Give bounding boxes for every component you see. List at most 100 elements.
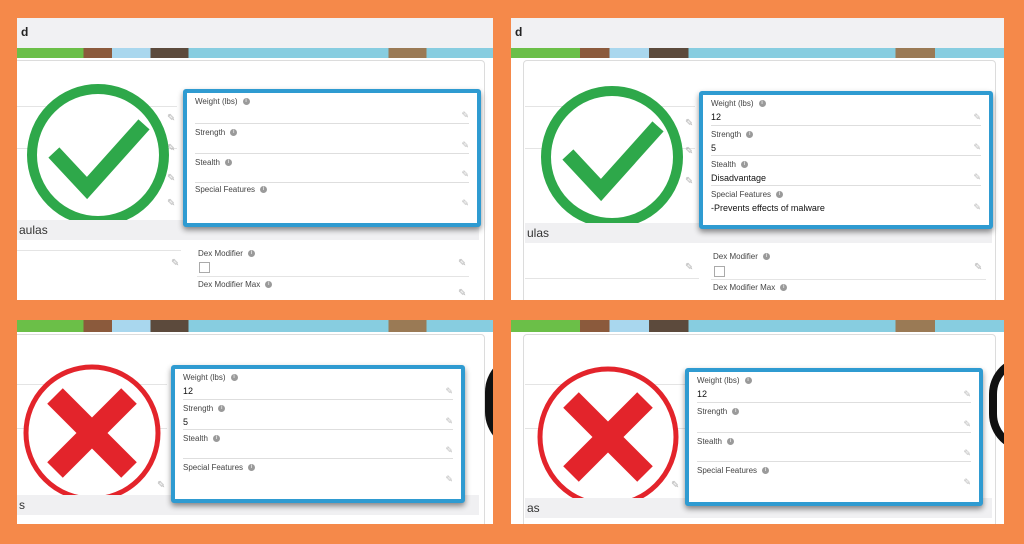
label-text: Strength [183, 404, 214, 413]
banner-image [511, 48, 1004, 58]
field-label: Strength i [183, 404, 226, 413]
pencil-icon[interactable]: ✎ [445, 445, 453, 456]
panel-invalid-partial: ✎ s Weight (lbs) i 12 ✎ Strength i 5 ✎ Stealth… [17, 320, 493, 524]
label-text: Strength [697, 407, 728, 416]
field-row-special-features[interactable]: Special Features i ✎ [183, 459, 453, 487]
info-icon[interactable]: i [726, 438, 734, 446]
pencil-icon[interactable]: ✎ [685, 262, 693, 273]
label-text: Special Features [195, 185, 256, 194]
dex-modifier-max-label: Dex Modifier Max i [713, 283, 788, 292]
pencil-icon[interactable]: ✎ [963, 448, 971, 459]
pencil-icon[interactable]: ✎ [973, 112, 981, 123]
pencil-icon[interactable]: ✎ [458, 258, 466, 269]
label-text: Weight (lbs) [711, 99, 754, 108]
divider [197, 276, 469, 277]
pencil-icon[interactable]: ✎ [461, 169, 469, 180]
label-text: Dex Modifier Max [198, 280, 261, 289]
dex-modifier-checkbox[interactable] [714, 266, 725, 277]
info-icon[interactable]: i [744, 377, 752, 385]
pencil-icon[interactable]: ✎ [963, 419, 971, 430]
pencil-icon[interactable]: ✎ [963, 477, 971, 488]
info-icon[interactable]: i [265, 281, 273, 289]
pencil-icon[interactable]: ✎ [171, 258, 179, 269]
info-icon[interactable]: i [218, 405, 226, 413]
info-icon[interactable]: i [740, 161, 748, 169]
field-row-stealth[interactable]: Stealth i ✎ [195, 154, 469, 183]
decorative-arc [485, 354, 493, 450]
pencil-icon[interactable]: ✎ [461, 198, 469, 209]
panel-invalid-weight-only: ✎ as Weight (lbs) i 12 ✎ Strength i ✎ Stealth… [511, 320, 1004, 524]
field-row-weight[interactable]: Weight (lbs) i 12 ✎ [697, 372, 971, 403]
pencil-icon[interactable]: ✎ [445, 416, 453, 427]
info-icon[interactable]: i [758, 100, 766, 108]
field-row-stealth[interactable]: Stealth i Disadvantage ✎ [711, 156, 981, 186]
field-row-special-features[interactable]: Special Features i ✎ [697, 462, 971, 490]
pencil-icon[interactable]: ✎ [963, 389, 971, 400]
field-label: Stealth i [183, 434, 220, 443]
pencil-icon[interactable]: ✎ [458, 288, 466, 299]
pencil-icon[interactable]: ✎ [461, 110, 469, 121]
info-icon[interactable]: i [230, 129, 238, 137]
info-icon[interactable]: i [762, 467, 770, 475]
section-title: as [527, 501, 540, 515]
pencil-icon[interactable]: ✎ [445, 386, 453, 397]
info-icon[interactable]: i [247, 250, 255, 258]
field-value: 12 [183, 386, 194, 396]
pencil-icon[interactable]: ✎ [685, 146, 693, 157]
dex-modifier-label: Dex Modifier i [713, 252, 770, 261]
field-row-strength[interactable]: Strength i 5 ✎ [711, 126, 981, 156]
field-label: Stealth i [697, 437, 734, 446]
field-label: Strength i [711, 130, 754, 139]
label-text: Special Features [711, 190, 772, 199]
label-text: Weight (lbs) [195, 97, 238, 106]
field-row-special-features[interactable]: Special Features i ✎ [195, 183, 469, 211]
field-row-weight[interactable]: Weight (lbs) i 12 ✎ [711, 95, 981, 126]
dex-modifier-max-label: Dex Modifier Max i [198, 280, 273, 289]
info-icon[interactable]: i [242, 98, 250, 106]
info-icon[interactable]: i [260, 186, 268, 194]
field-value: 12 [697, 389, 708, 399]
field-value: 5 [711, 143, 717, 153]
label-text: Special Features [183, 463, 244, 472]
field-row-strength[interactable]: Strength i ✎ [697, 403, 971, 433]
field-label: Stealth i [195, 158, 232, 167]
field-label: Special Features i [195, 185, 268, 194]
pencil-icon[interactable]: ✎ [973, 172, 981, 183]
pencil-icon[interactable]: ✎ [685, 176, 693, 187]
field-value: -Prevents effects of malware [711, 203, 825, 213]
pencil-icon[interactable]: ✎ [445, 474, 453, 485]
divider [525, 278, 699, 279]
field-row-stealth[interactable]: Stealth i ✎ [183, 430, 453, 459]
field-value: Disadvantage [711, 173, 767, 183]
record-header: d [511, 18, 1004, 48]
field-row-special-features[interactable]: Special Features i -Prevents effects of ma… [711, 186, 981, 215]
field-row-weight[interactable]: Weight (lbs) i 12 ✎ [183, 369, 453, 400]
dex-modifier-checkbox[interactable] [199, 262, 210, 273]
info-icon[interactable]: i [248, 464, 256, 472]
info-icon[interactable]: i [762, 253, 770, 261]
pencil-icon[interactable]: ✎ [973, 142, 981, 153]
field-label: Special Features i [183, 463, 256, 472]
info-icon[interactable]: i [780, 284, 788, 292]
pencil-icon[interactable]: ✎ [973, 202, 981, 213]
field-label: Weight (lbs) i [697, 376, 752, 385]
field-row-weight[interactable]: Weight (lbs) i ✎ [195, 93, 469, 124]
highlighted-fields-box: Weight (lbs) i 12 ✎ Strength i 5 ✎ Stealth i Dis… [699, 91, 993, 229]
info-icon[interactable]: i [732, 408, 740, 416]
pencil-icon[interactable]: ✎ [461, 140, 469, 151]
info-icon[interactable]: i [224, 159, 232, 167]
x-circle-icon [537, 366, 679, 508]
pencil-icon[interactable]: ✎ [974, 262, 982, 273]
check-circle-icon [541, 86, 683, 228]
highlighted-fields-box: Weight (lbs) i ✎ Strength i ✎ Stealth i ✎ Spec… [183, 89, 481, 227]
field-row-stealth[interactable]: Stealth i ✎ [697, 433, 971, 462]
info-icon[interactable]: i [212, 435, 220, 443]
info-icon[interactable]: i [230, 374, 238, 382]
field-label: Stealth i [711, 160, 748, 169]
info-icon[interactable]: i [746, 131, 754, 139]
pencil-icon[interactable]: ✎ [685, 118, 693, 129]
info-icon[interactable]: i [776, 191, 784, 199]
field-row-strength[interactable]: Strength i 5 ✎ [183, 400, 453, 430]
field-row-strength[interactable]: Strength i ✎ [195, 124, 469, 154]
label-text: Stealth [711, 160, 736, 169]
